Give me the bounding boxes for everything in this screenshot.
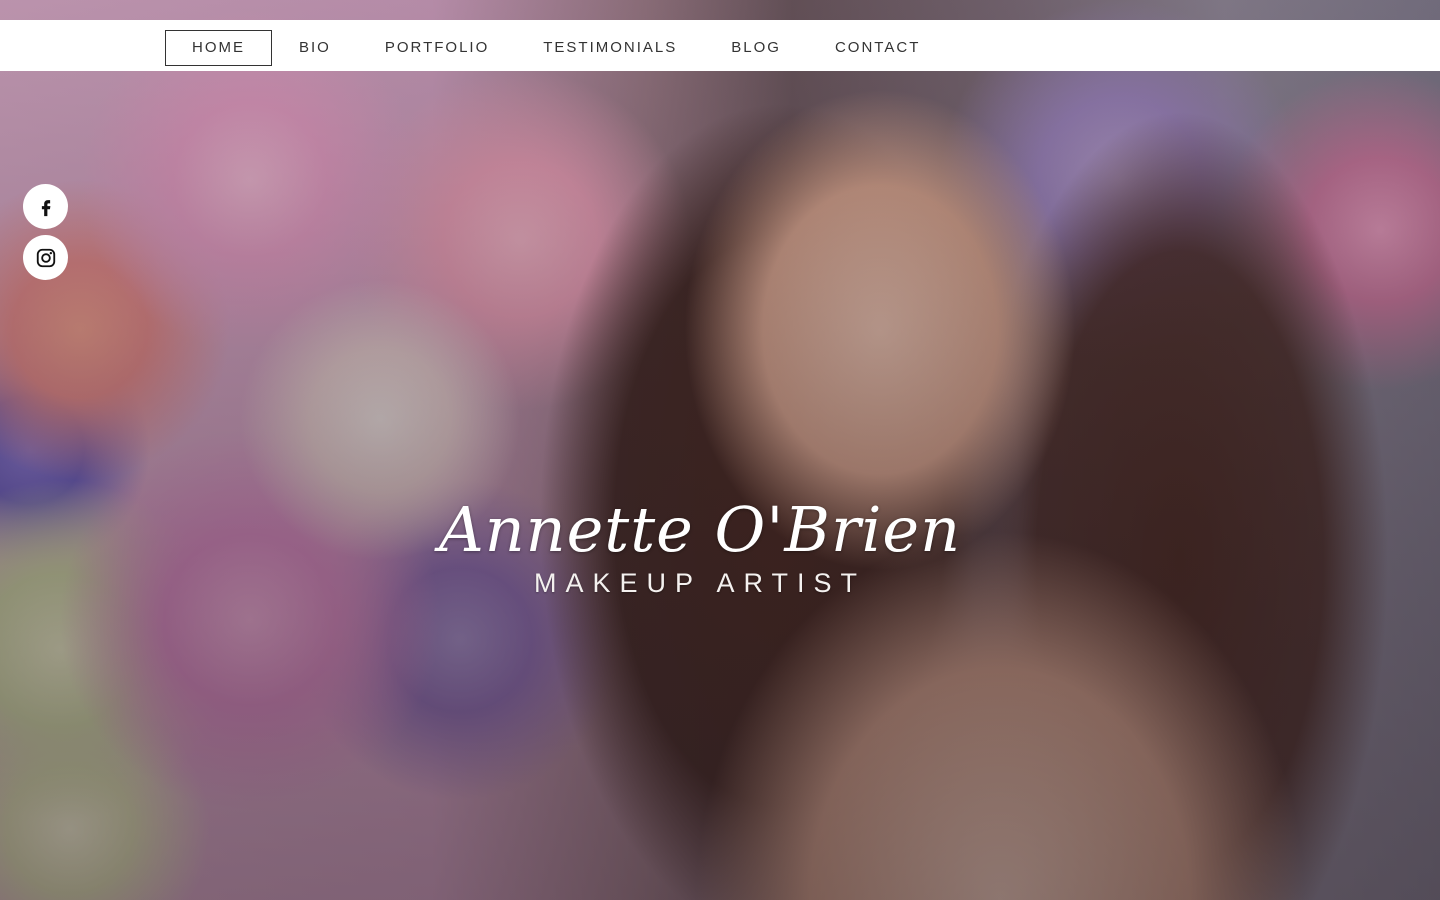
nav-testimonials[interactable]: TESTIMONIALS: [516, 30, 704, 66]
instagram-icon: [36, 248, 55, 267]
social-links: [23, 184, 68, 286]
nav-bio[interactable]: BIO: [272, 30, 358, 66]
hero-title-block: Annette O'Brien MAKEUP ARTIST: [420, 480, 980, 599]
nav-portfolio[interactable]: PORTFOLIO: [358, 30, 516, 66]
top-navigation-bar: HOME BIO PORTFOLIO TESTIMONIALS BLOG CON…: [0, 20, 1440, 71]
instagram-link[interactable]: [23, 235, 68, 280]
nav-home[interactable]: HOME: [165, 30, 272, 66]
hero-overlay: [0, 0, 1440, 900]
facebook-link[interactable]: [23, 184, 68, 229]
nav-blog[interactable]: BLOG: [704, 30, 808, 66]
nav-contact[interactable]: CONTACT: [808, 30, 947, 66]
artist-name: Annette O'Brien: [438, 493, 962, 566]
facebook-icon: [41, 199, 50, 216]
main-nav: HOME BIO PORTFOLIO TESTIMONIALS BLOG CON…: [165, 30, 947, 66]
